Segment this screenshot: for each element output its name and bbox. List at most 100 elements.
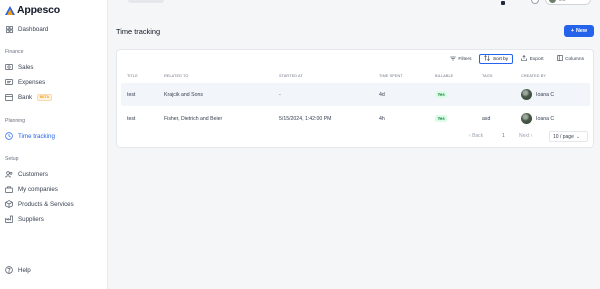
- sidebar-item-label: Time tracking: [18, 132, 55, 140]
- user-name: test: [559, 0, 565, 2]
- table-row[interactable]: test Krajcik and Sons - 4d Yes Ioana C: [121, 83, 590, 106]
- filter-icon: [450, 56, 456, 63]
- topbar-breadcrumb: [128, 0, 164, 3]
- page-title: Time tracking: [116, 27, 161, 36]
- col-title[interactable]: Title: [127, 74, 138, 78]
- new-button[interactable]: + New: [564, 25, 594, 37]
- top-bar: [108, 0, 600, 8]
- bank-icon: [5, 93, 13, 101]
- billable-badge: Yes: [435, 115, 448, 122]
- cell-related-to: Fisher, Dietrich and Beier: [164, 115, 223, 122]
- columns-icon: [556, 55, 563, 63]
- sidebar-item-customers[interactable]: Customers: [5, 168, 103, 180]
- sort-by-label: Sort by: [492, 56, 509, 62]
- building-icon: [5, 185, 13, 193]
- table-row[interactable]: test Fisher, Dietrich and Beier 5/15/202…: [121, 107, 590, 130]
- cell-started-at: 5/15/2024, 1:42:00 PM: [279, 115, 332, 122]
- box-icon: [5, 200, 13, 208]
- sidebar-item-label: My companies: [18, 185, 58, 193]
- cell-billable: Yes: [435, 107, 448, 130]
- sidebar-item-time-tracking[interactable]: Time tracking: [5, 130, 103, 142]
- export-button[interactable]: Export: [516, 54, 548, 64]
- plus-icon: +: [570, 28, 575, 34]
- sidebar-item-label: Customers: [18, 170, 48, 178]
- sidebar-item-my-companies[interactable]: My companies: [5, 183, 103, 195]
- created-by-name: Ioana C: [536, 91, 555, 98]
- cell-billable: Yes: [435, 83, 448, 106]
- col-tags[interactable]: Tags: [482, 74, 492, 78]
- sidebar-item-suppliers[interactable]: Suppliers: [5, 213, 103, 225]
- col-billable[interactable]: Billable: [435, 74, 453, 78]
- cell-created-by: Ioana C: [521, 107, 554, 130]
- avatar: [521, 89, 532, 100]
- cell-created-by: Ioana C: [521, 83, 554, 106]
- avatar: [549, 0, 556, 3]
- sidebar-item-label: Sales: [18, 63, 34, 71]
- sidebar-item-products-services[interactable]: Products & Services: [5, 198, 103, 210]
- col-related-to[interactable]: Related to: [164, 74, 188, 78]
- page-number-label: 1: [502, 133, 505, 139]
- sort-icon: [484, 55, 491, 63]
- factory-icon: [5, 215, 13, 223]
- sidebar: Appesco Dashboard Finance Sales Expenses…: [0, 0, 108, 289]
- cell-tags: asd: [482, 115, 491, 122]
- page-number[interactable]: 1: [502, 133, 505, 139]
- sidebar-item-label: Expenses: [18, 78, 46, 86]
- billable-badge: Yes: [435, 91, 448, 98]
- sidebar-item-label: Bank: [18, 93, 33, 101]
- next-button[interactable]: Next ›: [519, 133, 532, 139]
- sidebar-item-label: Dashboard: [18, 25, 49, 33]
- new-button-label: New: [576, 28, 588, 34]
- created-by-name: Ioana C: [536, 115, 555, 122]
- cash-icon: [5, 63, 13, 71]
- table-toolbar: Filters Sort by Export Columns: [445, 54, 589, 64]
- filters-button[interactable]: Filters: [445, 54, 477, 64]
- cell-time-spent: 4d: [379, 91, 385, 98]
- page-size-select[interactable]: 10 / page ⌄: [549, 131, 588, 142]
- col-created-by[interactable]: Created by: [521, 74, 546, 78]
- section-setup: Setup: [5, 156, 19, 162]
- grid-icon: [5, 25, 13, 33]
- time-tracking-card: Filters Sort by Export Columns Title Rel…: [116, 49, 594, 148]
- sidebar-item-sales[interactable]: Sales: [5, 61, 103, 73]
- col-time-spent[interactable]: Time spent: [379, 74, 403, 78]
- help-icon: [5, 266, 13, 274]
- beta-badge: BETA: [37, 93, 52, 101]
- back-label: Back: [472, 133, 484, 139]
- notification-badge-icon[interactable]: [501, 1, 505, 5]
- section-finance: Finance: [5, 49, 24, 55]
- user-menu[interactable]: test: [545, 0, 591, 5]
- filters-label: Filters: [458, 56, 472, 62]
- sort-by-button[interactable]: Sort by: [479, 54, 514, 64]
- next-label: Next: [519, 133, 530, 139]
- chevron-down-icon: ⌄: [575, 133, 581, 140]
- page-size-label: 10 / page: [553, 133, 574, 140]
- sidebar-item-label: Help: [18, 266, 31, 274]
- section-planning: Planning: [5, 118, 26, 124]
- logo-mark-icon: [5, 5, 15, 15]
- sidebar-item-bank[interactable]: Bank BETA: [5, 91, 103, 103]
- users-icon: [5, 170, 13, 178]
- export-label: Export: [529, 56, 544, 62]
- app-name: Appesco: [17, 4, 60, 16]
- export-icon: [521, 55, 527, 63]
- chevron-right-icon: ›: [529, 133, 533, 139]
- sidebar-item-label: Suppliers: [18, 215, 44, 223]
- back-button[interactable]: ‹ Back: [469, 133, 483, 139]
- cell-time-spent: 4h: [379, 115, 385, 122]
- app-logo[interactable]: Appesco: [5, 4, 60, 16]
- cell-title: test: [127, 115, 136, 122]
- cell-title: test: [127, 91, 136, 98]
- columns-button[interactable]: Columns: [552, 54, 589, 64]
- sidebar-item-expenses[interactable]: Expenses: [5, 76, 103, 88]
- cell-started-at: -: [279, 91, 281, 98]
- clock-icon: [5, 132, 13, 140]
- sidebar-item-label: Products & Services: [18, 200, 74, 208]
- columns-label: Columns: [565, 56, 584, 62]
- avatar: [521, 113, 532, 124]
- sidebar-item-dashboard[interactable]: Dashboard: [5, 23, 103, 35]
- col-started-at[interactable]: Started at: [279, 74, 303, 78]
- sidebar-item-help[interactable]: Help: [5, 264, 103, 276]
- cell-related-to: Krajcik and Sons: [164, 91, 203, 98]
- receipt-icon: [5, 78, 13, 86]
